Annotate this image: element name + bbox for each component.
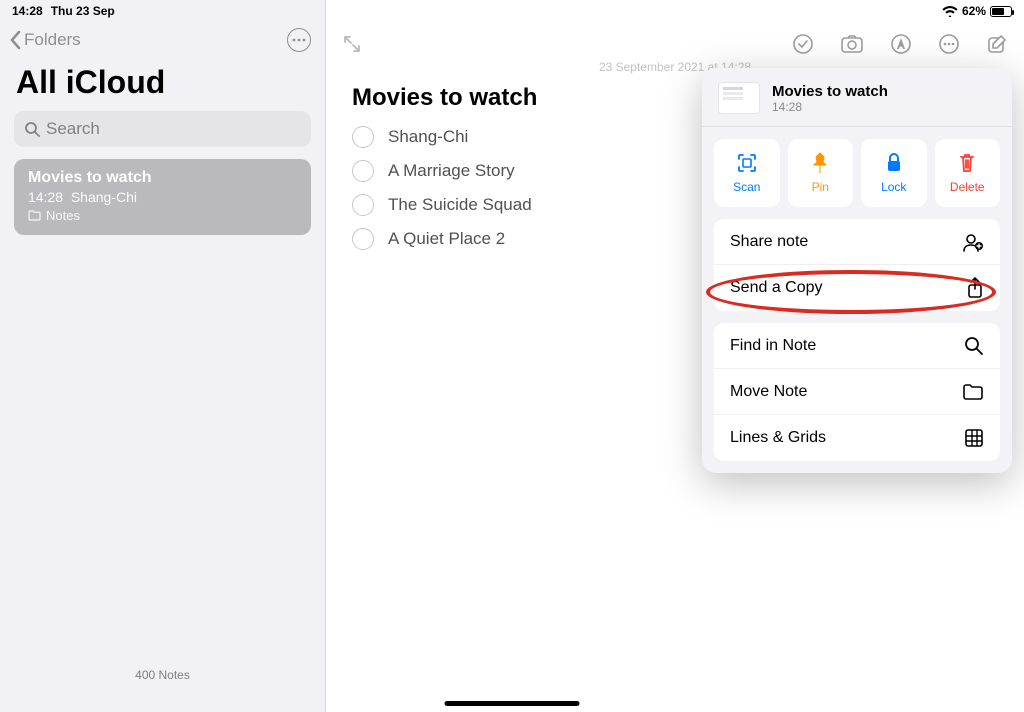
magnifier-icon	[964, 336, 984, 356]
screen: 14:28 Thu 23 Sep 62% Folders All iCloud …	[0, 0, 1024, 712]
check-circle-icon[interactable]	[352, 126, 374, 148]
popover-group-tools: Find in Note Move Note Lines & Grids	[714, 323, 1000, 461]
back-label: Folders	[24, 30, 81, 50]
check-circle-icon[interactable]	[352, 194, 374, 216]
more-button[interactable]	[287, 28, 311, 52]
popover-actions: Scan Pin Lock Delete	[702, 127, 1012, 219]
main: 23 September 2021 at 14:28 Movies to wat…	[326, 0, 1024, 712]
note-thumbnail-icon	[718, 82, 760, 114]
popover-time: 14:28	[772, 100, 888, 114]
status-right: 62%	[942, 4, 1012, 18]
compose-icon[interactable]	[986, 33, 1008, 55]
popover-title: Movies to watch	[772, 83, 888, 100]
grid-icon	[964, 428, 984, 448]
search-icon	[24, 121, 40, 137]
trash-icon	[958, 152, 976, 174]
status-date: Thu 23 Sep	[51, 4, 115, 18]
note-options-popover: Movies to watch 14:28 Scan Pin Lock	[702, 68, 1012, 473]
check-circle-icon[interactable]	[352, 228, 374, 250]
note-item-subtitle: 14:28 Shang-Chi	[28, 189, 297, 205]
folder-icon	[28, 210, 41, 221]
camera-icon[interactable]	[840, 34, 864, 54]
popover-group-share: Share note Send a Copy	[714, 219, 1000, 311]
pin-button[interactable]: Pin	[788, 139, 854, 207]
more-icon[interactable]	[938, 33, 960, 55]
scan-icon	[736, 152, 758, 174]
checklist-icon[interactable]	[792, 33, 814, 55]
share-icon	[966, 277, 984, 299]
find-in-note-row[interactable]: Find in Note	[714, 323, 1000, 369]
ellipsis-icon	[292, 38, 306, 42]
share-note-row[interactable]: Share note	[714, 219, 1000, 265]
status-time: 14:28	[12, 4, 43, 18]
markup-icon[interactable]	[890, 33, 912, 55]
status-left: 14:28 Thu 23 Sep	[12, 4, 115, 18]
sidebar-footer: 400 Notes	[0, 658, 325, 712]
battery-percent: 62%	[962, 4, 986, 18]
sidebar-title: All iCloud	[0, 58, 325, 111]
back-button[interactable]: Folders	[8, 30, 81, 50]
search-input[interactable]: Search	[14, 111, 311, 147]
search-placeholder: Search	[46, 119, 100, 139]
expand-icon[interactable]	[342, 34, 362, 54]
send-copy-row[interactable]: Send a Copy	[714, 265, 1000, 311]
lock-button[interactable]: Lock	[861, 139, 927, 207]
move-note-row[interactable]: Move Note	[714, 369, 1000, 415]
lines-grids-row[interactable]: Lines & Grids	[714, 415, 1000, 461]
delete-button[interactable]: Delete	[935, 139, 1001, 207]
lock-icon	[885, 152, 903, 174]
wifi-icon	[942, 5, 958, 17]
note-item-title: Movies to watch	[28, 169, 297, 187]
collaborate-icon	[962, 232, 984, 252]
status-bar: 14:28 Thu 23 Sep 62%	[0, 0, 1024, 20]
home-indicator	[445, 701, 580, 706]
sidebar-header: Folders	[0, 22, 325, 58]
note-item-folder: Notes	[28, 208, 297, 223]
folder-icon	[962, 383, 984, 401]
check-circle-icon[interactable]	[352, 160, 374, 182]
chevron-left-icon	[8, 30, 22, 50]
note-list-item[interactable]: Movies to watch 14:28 Shang-Chi Notes	[14, 159, 311, 235]
sidebar: Folders All iCloud Search Movies to watc…	[0, 0, 326, 712]
pin-icon	[811, 152, 829, 174]
battery-icon	[990, 6, 1012, 17]
scan-button[interactable]: Scan	[714, 139, 780, 207]
popover-header: Movies to watch 14:28	[702, 68, 1012, 127]
